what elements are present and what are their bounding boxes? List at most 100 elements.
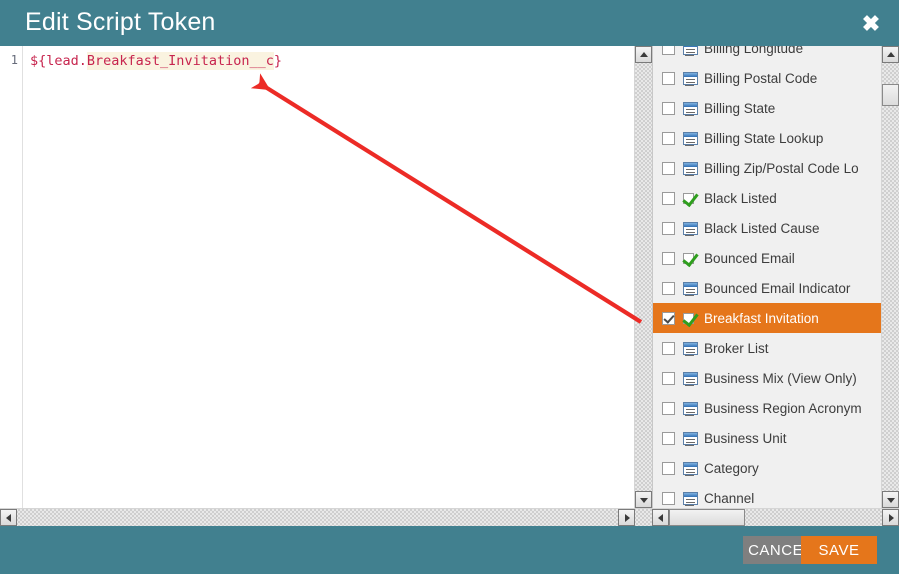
field-list-vertical-scrollbar[interactable]: [881, 46, 899, 508]
field-list-scroll-up-button[interactable]: [882, 46, 899, 63]
field-checkbox[interactable]: [662, 431, 675, 445]
checkbox-field-icon: [683, 252, 698, 265]
field-list-item[interactable]: Business Region Acronym: [653, 393, 881, 423]
field-list-item[interactable]: Business Mix (View Only): [653, 363, 881, 393]
field-list-item[interactable]: Breakfast Invitation: [653, 303, 881, 333]
field-list-item[interactable]: Broker List: [653, 333, 881, 363]
text-field-icon: [683, 281, 698, 295]
field-list-scroll-right-button[interactable]: [882, 509, 899, 526]
chevron-down-icon: [639, 497, 648, 503]
field-list-item-label: Billing Zip/Postal Code Lo: [704, 160, 859, 176]
field-checkbox[interactable]: [662, 341, 675, 355]
field-list-item[interactable]: Bounced Email: [653, 243, 881, 273]
chevron-up-icon: [886, 51, 895, 57]
text-field-icon: [683, 371, 698, 385]
field-checkbox[interactable]: [662, 251, 675, 265]
field-checkbox[interactable]: [662, 281, 675, 295]
field-list-item-label: Category: [704, 460, 759, 476]
field-list-item-label: Black Listed: [704, 190, 777, 206]
field-checkbox[interactable]: [662, 161, 675, 175]
text-field-icon: [683, 461, 698, 475]
field-list-item[interactable]: Category: [653, 453, 881, 483]
field-list-item-label: Billing State: [704, 100, 776, 116]
code-token-highlight: Breakfast_Invitation__c: [86, 52, 274, 70]
chevron-down-icon: [886, 497, 895, 503]
field-checkbox[interactable]: [662, 371, 675, 385]
field-list-item-label: Breakfast Invitation: [704, 310, 819, 326]
field-list-item[interactable]: Billing Longitude: [653, 46, 881, 63]
text-field-icon: [683, 491, 698, 505]
checkbox-field-icon: [683, 312, 698, 325]
field-list-item-label: Business Region Acronym: [704, 400, 862, 416]
field-list-scroll-left-button[interactable]: [652, 509, 669, 526]
chevron-left-icon: [657, 513, 663, 522]
field-checkbox[interactable]: [662, 401, 675, 415]
field-checkbox[interactable]: [662, 71, 675, 85]
script-editor-pane: 1 ${lead.Breakfast_Invitation__c}: [0, 46, 652, 526]
chevron-right-icon: [888, 513, 894, 522]
field-list-item-label: Billing Longitude: [704, 46, 804, 56]
field-list-item[interactable]: Billing Postal Code: [653, 63, 881, 93]
code-suffix: }: [273, 53, 282, 69]
checkbox-field-icon: [683, 192, 698, 205]
dialog-body: 1 ${lead.Breakfast_Invitation__c} Billin…: [0, 46, 899, 526]
field-checkbox[interactable]: [662, 46, 675, 55]
editor-scroll-up-button[interactable]: [635, 46, 652, 63]
dialog-titlebar: Edit Script Token ✖: [0, 0, 899, 46]
field-checkbox[interactable]: [662, 311, 675, 325]
text-field-icon: [683, 221, 698, 235]
field-list-item-label: Business Mix (View Only): [704, 370, 857, 386]
text-field-icon: [683, 101, 698, 115]
field-list-item-label: Broker List: [704, 340, 769, 356]
field-list-item-label: Channel: [704, 490, 755, 506]
code-prefix: ${lead.: [30, 53, 87, 69]
editor-horizontal-scrollbar[interactable]: [0, 508, 652, 526]
editor-scroll-right-button[interactable]: [618, 509, 635, 526]
line-number: 1: [10, 53, 18, 67]
chevron-up-icon: [639, 51, 648, 57]
text-field-icon: [683, 341, 698, 355]
chevron-right-icon: [624, 513, 630, 522]
field-list-item[interactable]: Billing State Lookup: [653, 123, 881, 153]
text-field-icon: [683, 401, 698, 415]
field-checkbox[interactable]: [662, 221, 675, 235]
field-list-item-label: Billing State Lookup: [704, 130, 824, 146]
editor-scroll-left-button[interactable]: [0, 509, 17, 526]
code-line-1[interactable]: ${lead.Breakfast_Invitation__c}: [30, 52, 282, 70]
field-list-pane: Billing Longitude Billing Postal Code Bill…: [652, 46, 899, 526]
field-list-h-scroll-thumb[interactable]: [669, 509, 745, 526]
text-field-icon: [683, 46, 698, 55]
field-list-viewport[interactable]: Billing Longitude Billing Postal Code Bill…: [652, 46, 881, 508]
field-list-item[interactable]: Business Unit: [653, 423, 881, 453]
field-checkbox[interactable]: [662, 191, 675, 205]
field-checkbox[interactable]: [662, 131, 675, 145]
field-list-scroll-down-button[interactable]: [882, 491, 899, 508]
script-editor-surface[interactable]: 1 ${lead.Breakfast_Invitation__c}: [0, 46, 634, 508]
save-button[interactable]: SAVE: [801, 536, 877, 564]
field-list-item[interactable]: Black Listed: [653, 183, 881, 213]
field-list-item[interactable]: Bounced Email Indicator: [653, 273, 881, 303]
text-field-icon: [683, 161, 698, 175]
chevron-left-icon: [5, 513, 11, 522]
field-list-item[interactable]: Billing Zip/Postal Code Lo: [653, 153, 881, 183]
field-list-item[interactable]: Channel: [653, 483, 881, 508]
dialog-footer: CANCEL SAVE: [0, 526, 899, 574]
field-checkbox[interactable]: [662, 101, 675, 115]
field-list-scroll-thumb[interactable]: [882, 84, 899, 106]
field-list-item[interactable]: Billing State: [653, 93, 881, 123]
close-icon[interactable]: ✖: [858, 12, 884, 38]
field-checkbox[interactable]: [662, 461, 675, 475]
editor-vertical-scrollbar[interactable]: [634, 46, 652, 508]
field-list-horizontal-scrollbar[interactable]: [652, 508, 899, 526]
text-field-icon: [683, 431, 698, 445]
field-list-item-label: Bounced Email: [704, 250, 795, 266]
field-list-item[interactable]: Black Listed Cause: [653, 213, 881, 243]
field-list-item-label: Black Listed Cause: [704, 220, 820, 236]
editor-scroll-down-button[interactable]: [635, 491, 652, 508]
field-list-item-label: Bounced Email Indicator: [704, 280, 851, 296]
field-list-item-label: Business Unit: [704, 430, 787, 446]
field-checkbox[interactable]: [662, 491, 675, 505]
field-list: Billing Longitude Billing Postal Code Bill…: [653, 46, 881, 508]
text-field-icon: [683, 71, 698, 85]
editor-gutter: 1: [0, 46, 23, 508]
